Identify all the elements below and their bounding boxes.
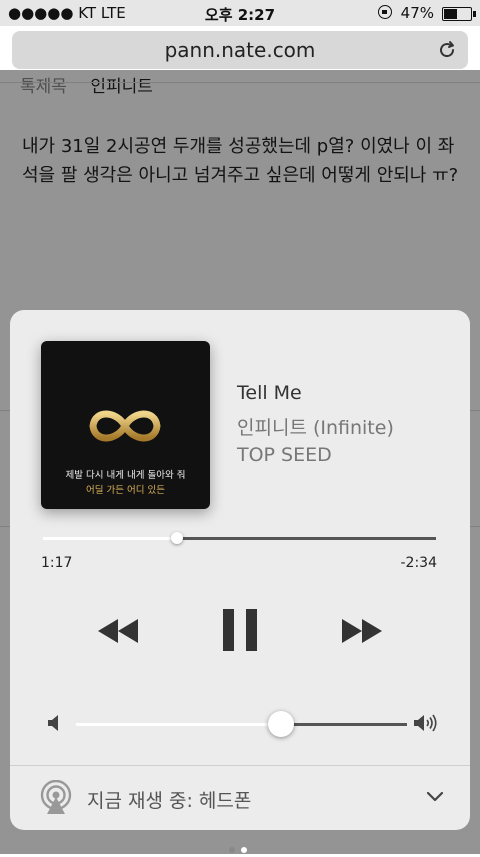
song-album: TOP SEED [237, 444, 332, 466]
rewind-button[interactable] [96, 616, 140, 646]
address-bar[interactable]: pann.nate.com [12, 31, 468, 69]
airplay-icon[interactable] [39, 780, 73, 814]
playback-scrubber-handle[interactable] [170, 532, 183, 544]
rotation-lock-icon [378, 5, 392, 19]
pause-button[interactable] [223, 609, 257, 651]
infinity-logo [89, 410, 161, 442]
volume-fill [76, 723, 282, 726]
status-bar: ●●●●● KT LTE 오후 2:27 47% [0, 0, 480, 26]
page-dot [241, 847, 247, 853]
audio-output-label[interactable]: 지금 재생 중: 헤드폰 [87, 786, 251, 813]
volume-low-icon [48, 715, 58, 731]
volume-slider[interactable] [76, 711, 407, 737]
fast-forward-button[interactable] [340, 616, 384, 646]
now-playing-card: 제발 다시 내게 내게 돌아와 줘 어딜 가든 어디 있든 Tell Me 인피… [10, 310, 470, 830]
page-dot [229, 847, 235, 853]
album-art-lyric-1: 제발 다시 내게 내게 돌아와 줘 [65, 470, 186, 481]
elapsed-time: 1:17 [41, 555, 73, 571]
song-title: Tell Me [237, 382, 302, 404]
battery-percent: 47% [400, 4, 434, 22]
volume-high-icon [414, 714, 437, 732]
remaining-time: -2:34 [400, 555, 438, 571]
playback-scrubber[interactable] [43, 532, 436, 544]
volume-slider-handle[interactable] [268, 711, 295, 737]
reload-icon[interactable] [436, 39, 458, 61]
album-art-lyric-2: 어딜 가든 어디 있든 [86, 485, 165, 496]
page-indicator [229, 838, 253, 857]
card-divider [10, 765, 470, 766]
battery-icon [442, 7, 476, 21]
playback-progress-fill [43, 537, 177, 540]
album-art: 제발 다시 내게 내게 돌아와 줘 어딜 가든 어디 있든 [41, 341, 210, 509]
song-artist: 인피니트 (Infinite) [237, 417, 394, 439]
url-text: pann.nate.com [164, 38, 316, 62]
chevron-down-icon[interactable] [426, 791, 444, 803]
